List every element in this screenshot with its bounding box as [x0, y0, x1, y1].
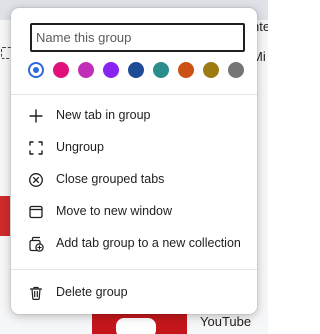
color-swatch-violet[interactable] [103, 62, 119, 78]
menu-item-label: Add tab group to a new collection [56, 236, 241, 250]
selected-indicator [33, 67, 39, 73]
tab-group-popup: New tab in group Ungroup Close grouped t… [11, 8, 257, 314]
trash-icon [29, 286, 43, 301]
menu-item-ungroup[interactable]: Ungroup [11, 134, 257, 162]
close-circle-icon [29, 173, 43, 187]
color-swatch-teal[interactable] [153, 62, 169, 78]
menu-item-close-grouped-tabs[interactable]: Close grouped tabs [11, 166, 257, 194]
color-swatch-grey[interactable] [228, 62, 244, 78]
menu-item-delete-group[interactable]: Delete group [11, 279, 257, 307]
plus-icon [29, 109, 43, 123]
divider [11, 269, 257, 270]
menu-item-move-to-new-window[interactable]: Move to new window [11, 198, 257, 226]
menu-item-label: Move to new window [56, 204, 173, 218]
color-swatch-orange[interactable] [178, 62, 194, 78]
add-collection-icon [29, 236, 44, 252]
color-swatch-purple[interactable] [78, 62, 94, 78]
menu-item-new-tab[interactable]: New tab in group [11, 102, 257, 130]
background-youtube-label[interactable]: YouTube [200, 314, 251, 329]
color-swatch-blue[interactable] [28, 62, 44, 78]
window-icon [29, 205, 43, 219]
background-red-bar [0, 196, 10, 236]
youtube-logo-shape [116, 318, 156, 334]
menu-item-label: New tab in group [56, 108, 151, 122]
menu-item-label: Ungroup [56, 140, 104, 154]
color-swatch-pink[interactable] [53, 62, 69, 78]
menu-item-label: Delete group [56, 285, 128, 299]
color-picker [28, 62, 248, 80]
ungroup-icon [29, 141, 43, 155]
group-name-input[interactable] [30, 23, 245, 52]
color-swatch-olive[interactable] [203, 62, 219, 78]
menu-item-add-to-collection[interactable]: Add tab group to a new collection [11, 230, 257, 258]
screen: nte Mi YouTube New tab in group [0, 0, 268, 334]
divider [11, 94, 257, 95]
color-swatch-navy[interactable] [128, 62, 144, 78]
menu-item-label: Close grouped tabs [56, 172, 165, 186]
